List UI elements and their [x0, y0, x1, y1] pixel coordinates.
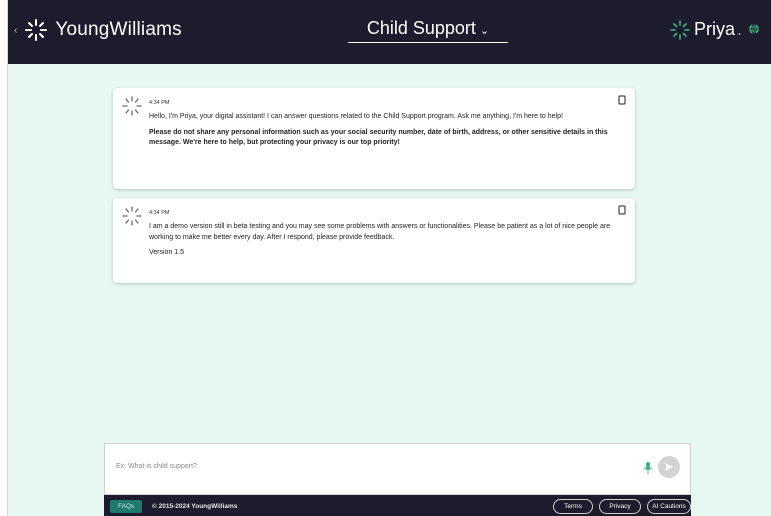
message-input[interactable]: Ex: What is child support? — [116, 463, 197, 470]
message-composer[interactable]: Ex: What is child support? — [104, 443, 691, 495]
assistant-name: Priya — [694, 19, 736, 39]
privacy-link[interactable]: Privacy — [599, 499, 641, 514]
chat-message: 4:34 PM I am a demo version still in bet… — [113, 198, 635, 283]
message-text: Hello, I'm Priya, your digital assistant… — [149, 113, 563, 120]
footer-bar: FAQs © 2015-2024 YoungWilliams Terms Pri… — [104, 495, 691, 516]
chevron-left-icon: ‹ — [14, 24, 18, 36]
brand-name: YoungWilliams — [55, 19, 182, 40]
assistant-name-dot: . — [737, 19, 743, 39]
program-selector[interactable]: Child Support ⌄ — [348, 18, 508, 43]
send-button[interactable] — [658, 456, 680, 478]
priya-sparkle-icon — [670, 19, 690, 40]
message-text: I am a demo version still in beta testin… — [149, 223, 611, 241]
assistant-avatar-icon — [122, 206, 142, 226]
chat-message: 4:34 PM Hello, I'm Priya, your digital a… — [113, 88, 635, 189]
copy-icon[interactable] — [617, 205, 627, 216]
brand-logo-link[interactable]: ‹ YoungWilliams — [14, 18, 182, 42]
copy-icon[interactable] — [617, 95, 627, 106]
browser-edge — [0, 0, 8, 516]
message-body: I am a demo version still in beta testin… — [149, 222, 621, 264]
youngwilliams-logo-icon — [25, 19, 48, 41]
assistant-avatar-icon — [122, 96, 142, 116]
message-body: Hello, I'm Priya, your digital assistant… — [149, 112, 621, 154]
microphone-icon[interactable] — [643, 461, 653, 475]
page-title: Child Support — [366, 18, 476, 38]
faqs-button[interactable]: FAQs — [110, 500, 143, 513]
assistant-brand: Priya. — [670, 19, 742, 40]
copyright-text: © 2015-2024 YoungWilliams — [152, 503, 238, 510]
top-bar: ‹ YoungWilliams Child Support ⌄ Priya . — [8, 0, 771, 64]
chevron-down-icon: ⌄ — [479, 25, 490, 37]
globe-icon[interactable] — [748, 23, 760, 35]
send-icon — [665, 463, 673, 471]
message-timestamp: 4:34 PM — [149, 100, 170, 106]
message-timestamp: 4:34 PM — [149, 210, 170, 216]
terms-link[interactable]: Terms — [553, 499, 593, 514]
privacy-warning: Please do not share any personal informa… — [149, 128, 608, 147]
ai-cautions-link[interactable]: AI Cautions — [647, 499, 691, 514]
version-text: Version 1.5 — [149, 249, 185, 256]
app-frame: ‹ YoungWilliams Child Support ⌄ Priya . … — [8, 0, 771, 516]
